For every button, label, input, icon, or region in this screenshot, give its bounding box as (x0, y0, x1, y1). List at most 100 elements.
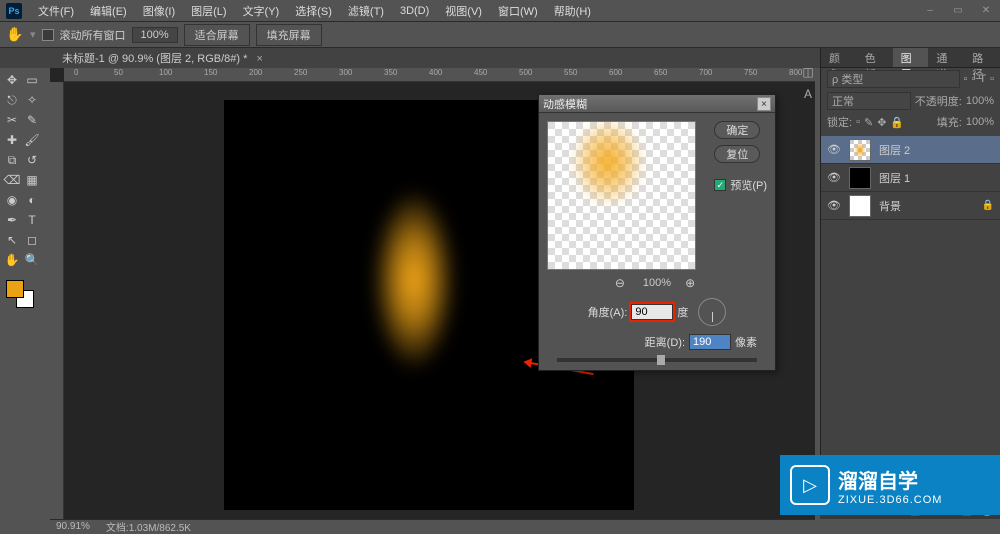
layer-name[interactable]: 背景 (879, 198, 901, 214)
layer-item[interactable]: 👁 背景 🔒 (821, 192, 1000, 220)
menu-edit[interactable]: 编辑(E) (82, 3, 135, 19)
tab-channels[interactable]: 通道 (928, 48, 964, 67)
marquee-tool[interactable]: ▭ (22, 70, 42, 90)
collapsed-panel-column: ◫ A (798, 60, 820, 106)
play-icon: ▷ (790, 465, 830, 505)
menu-filter[interactable]: 滤镜(T) (340, 3, 392, 19)
visibility-icon[interactable]: 👁 (827, 143, 841, 156)
close-button[interactable]: ✕ (972, 0, 1000, 20)
fit-screen-button[interactable]: 适合屏幕 (184, 24, 250, 46)
opacity-value[interactable]: 100% (966, 95, 994, 107)
panel-icon-1[interactable]: ◫ (798, 62, 818, 82)
path-tool[interactable]: ↖ (2, 230, 22, 250)
menu-window[interactable]: 窗口(W) (490, 3, 546, 19)
eraser-tool[interactable]: ⌫ (2, 170, 22, 190)
layer-thumbnail[interactable] (849, 167, 871, 189)
lasso-tool[interactable]: ⎋ (2, 90, 22, 110)
gradient-tool[interactable]: ▦ (22, 170, 42, 190)
tab-color[interactable]: 颜色 (821, 48, 857, 67)
crop-tool[interactable]: ✂ (2, 110, 22, 130)
angle-dial[interactable] (698, 298, 726, 326)
dialog-preview[interactable] (547, 121, 696, 270)
tab-paths[interactable]: 路径 (964, 48, 1000, 67)
restore-button[interactable]: ▭ (944, 0, 972, 20)
layer-name[interactable]: 图层 1 (879, 170, 910, 186)
zoom-field[interactable]: 100% (132, 27, 178, 43)
status-doc-size[interactable]: 文档:1.03M/862.5K (106, 519, 191, 534)
filter-icon[interactable]: ▫ (990, 73, 994, 85)
tab-close-icon[interactable]: × (256, 53, 262, 65)
brush-tool[interactable]: 🖌 (22, 130, 42, 150)
menu-image[interactable]: 图像(I) (135, 3, 183, 19)
dodge-tool[interactable]: ◐ (22, 190, 42, 210)
menu-help[interactable]: 帮助(H) (546, 3, 599, 19)
visibility-icon[interactable]: 👁 (827, 171, 841, 184)
blur-tool[interactable]: ◉ (2, 190, 22, 210)
pen-tool[interactable]: ✒ (2, 210, 22, 230)
angle-unit: 度 (677, 304, 688, 320)
visibility-icon[interactable]: 👁 (827, 199, 841, 212)
dialog-close-button[interactable]: × (757, 97, 771, 111)
ruler-tick: 500 (519, 68, 532, 77)
filter-icon[interactable]: ▫ (964, 73, 968, 85)
lock-icon[interactable]: ▫ (856, 116, 860, 128)
hand-tool-icon[interactable]: ✋ (6, 26, 24, 44)
minimize-button[interactable]: – (916, 0, 944, 20)
shape-tool[interactable]: ◻ (22, 230, 42, 250)
eyedropper-tool[interactable]: ✎ (22, 110, 42, 130)
ruler-tick: 400 (429, 68, 442, 77)
foreground-color-swatch[interactable] (6, 280, 24, 298)
layer-thumbnail[interactable] (849, 139, 871, 161)
distance-slider[interactable] (557, 358, 757, 362)
filter-icon[interactable]: T (979, 73, 986, 85)
zoom-in-icon[interactable]: ⊕ (685, 276, 699, 290)
layer-list: 👁 图层 2 👁 图层 1 👁 背景 🔒 (821, 136, 1000, 220)
preview-checkbox-label: 预览(P) (730, 177, 767, 193)
fill-value[interactable]: 100% (966, 116, 994, 128)
tab-swatches[interactable]: 色板 (857, 48, 893, 67)
layer-thumbnail[interactable] (849, 195, 871, 217)
stamp-tool[interactable]: ⧉ (2, 150, 22, 170)
panel-icon-2[interactable]: A (798, 84, 818, 104)
scroll-all-checkbox[interactable] (42, 29, 54, 41)
type-tool[interactable]: T (22, 210, 42, 230)
dialog-titlebar[interactable]: 动感模糊 × (539, 95, 775, 113)
wand-tool[interactable]: ✧ (22, 90, 42, 110)
zoom-out-icon[interactable]: ⊖ (615, 276, 629, 290)
layer-filter-type[interactable]: ρ 类型 (827, 70, 960, 88)
angle-input[interactable] (631, 304, 673, 320)
menu-file[interactable]: 文件(F) (30, 3, 82, 19)
heal-tool[interactable]: ✚ (2, 130, 22, 150)
move-tool[interactable]: ✥ (2, 70, 22, 90)
tab-layers[interactable]: 图层 (893, 48, 929, 67)
lock-icon[interactable]: ✎ (864, 116, 873, 129)
hand-tool[interactable]: ✋ (2, 250, 22, 270)
zoom-tool[interactable]: 🔍 (22, 250, 42, 270)
lock-icon[interactable]: 🔒 (890, 116, 904, 129)
blend-mode-select[interactable]: 正常 (827, 92, 911, 110)
menu-view[interactable]: 视图(V) (437, 3, 490, 19)
preview-zoom-row: ⊖ 100% ⊕ (547, 276, 767, 290)
ruler-horizontal: 0 50 100 150 200 250 300 350 400 450 500… (64, 68, 815, 82)
history-brush-tool[interactable]: ↺ (22, 150, 42, 170)
layer-name[interactable]: 图层 2 (879, 142, 910, 158)
reset-button[interactable]: 复位 (714, 145, 760, 163)
distance-label: 距离(D): (645, 334, 685, 350)
ruler-tick: 750 (744, 68, 757, 77)
layer-item[interactable]: 👁 图层 2 (821, 136, 1000, 164)
status-bar: 90.91% 文档:1.03M/862.5K (50, 519, 815, 533)
preview-checkbox[interactable]: ✓ (714, 179, 726, 191)
layer-item[interactable]: 👁 图层 1 (821, 164, 1000, 192)
filter-icon[interactable]: ▫ (971, 73, 975, 85)
menu-type[interactable]: 文字(Y) (235, 3, 288, 19)
menu-layer[interactable]: 图层(L) (183, 3, 234, 19)
status-zoom[interactable]: 90.91% (56, 521, 90, 532)
document-tab[interactable]: 未标题-1 @ 90.9% (图层 2, RGB/8#) * × (54, 48, 271, 68)
fill-screen-button[interactable]: 填充屏幕 (256, 24, 322, 46)
ok-button[interactable]: 确定 (714, 121, 760, 139)
distance-input[interactable] (689, 334, 731, 350)
slider-thumb[interactable] (657, 355, 665, 365)
menu-select[interactable]: 选择(S) (287, 3, 340, 19)
lock-icon[interactable]: ✥ (877, 116, 886, 129)
menu-3d[interactable]: 3D(D) (392, 5, 437, 17)
